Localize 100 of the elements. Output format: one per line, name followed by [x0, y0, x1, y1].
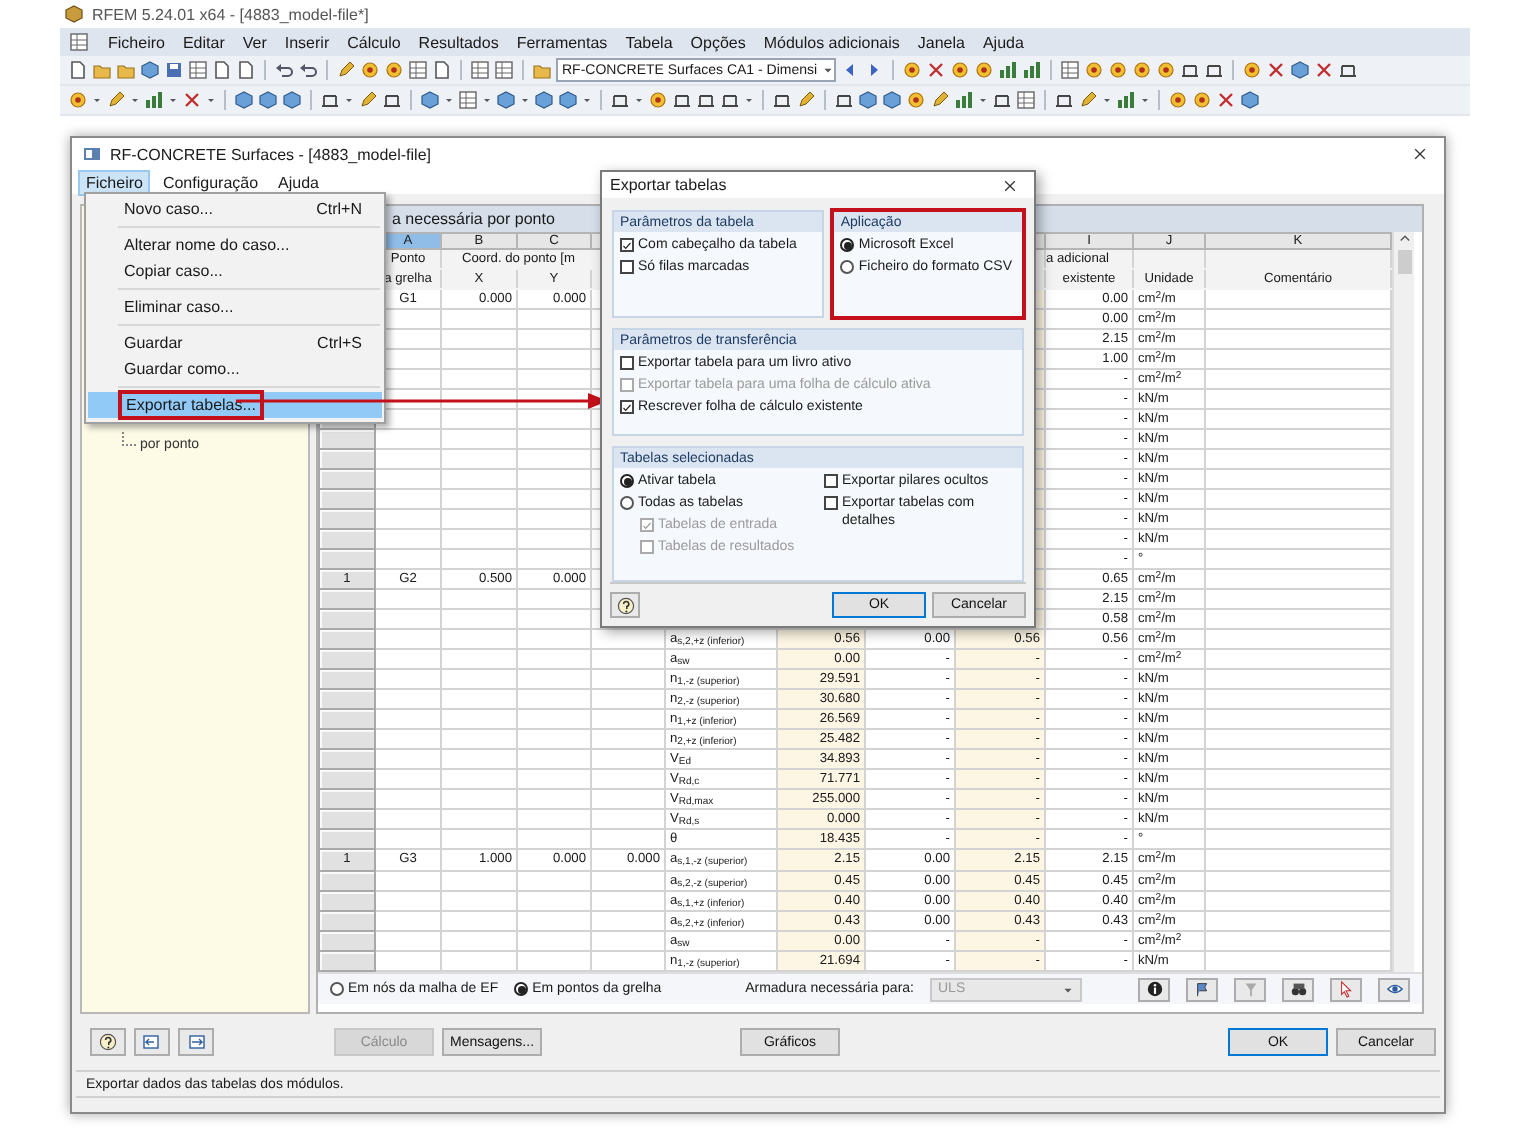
menu-item[interactable]: Configuração	[154, 169, 267, 195]
menu-item[interactable]: Ficheiro	[108, 33, 165, 51]
radio-button[interactable]	[620, 474, 634, 489]
menu-item[interactable]: Editar	[182, 33, 225, 51]
window-arrow-icon	[186, 1032, 206, 1052]
cube-icon[interactable]	[420, 90, 440, 110]
pencil-icon[interactable]	[796, 90, 816, 110]
target-icon[interactable]	[1107, 60, 1128, 80]
menu-item[interactable]: Ferramentas	[516, 33, 608, 51]
menu-item[interactable]: Ver	[242, 33, 267, 51]
cube-icon[interactable]	[140, 60, 160, 80]
window-title: RFEM 5.24.01 x64 - [4883_model-file*]	[92, 5, 369, 23]
icon-button[interactable]	[1282, 977, 1314, 1001]
frame-icon[interactable]	[834, 90, 854, 110]
menu-item[interactable]: Ajuda	[270, 169, 328, 195]
frame-icon[interactable]	[1179, 60, 1200, 80]
page-icon[interactable]	[68, 60, 88, 80]
scrollbar[interactable]	[1392, 232, 1414, 972]
app-logo-icon	[64, 4, 84, 24]
menu-item[interactable]: Inserir	[284, 33, 330, 51]
dialog-title: Exportar tabelas	[610, 176, 727, 195]
grid-icon[interactable]	[408, 60, 428, 80]
eye-icon	[1385, 980, 1403, 998]
scroll-up-icon	[1397, 232, 1411, 246]
frame-icon[interactable]	[720, 90, 740, 110]
frame-icon[interactable]	[1203, 60, 1224, 80]
close-icon[interactable]	[1002, 177, 1018, 194]
grid-icon[interactable]	[188, 60, 208, 80]
close-icon[interactable]	[1412, 146, 1428, 162]
binoculars-icon	[1289, 980, 1307, 998]
help-icon	[615, 595, 635, 616]
grid-icon[interactable]	[1016, 90, 1036, 110]
target-icon[interactable]	[901, 60, 922, 80]
pencil-icon[interactable]	[1078, 90, 1098, 110]
grid-icon[interactable]	[458, 90, 478, 110]
grid-icon[interactable]	[494, 60, 514, 80]
icon-button[interactable]	[1138, 977, 1170, 1001]
icon-button[interactable]	[1378, 977, 1410, 1001]
target-icon[interactable]	[973, 60, 994, 80]
funnel-icon	[1241, 980, 1259, 998]
menu-item[interactable]: Guardar Ctrl+S	[88, 330, 382, 356]
target-icon[interactable]	[1155, 60, 1176, 80]
radio-button[interactable]	[620, 496, 634, 511]
cross-icon[interactable]	[182, 90, 202, 110]
cross-icon[interactable]	[1313, 60, 1334, 80]
frame-icon[interactable]	[672, 90, 692, 110]
frame-icon[interactable]	[320, 90, 340, 110]
menu-item[interactable]: Cálculo	[347, 33, 401, 51]
target-icon[interactable]	[648, 90, 668, 110]
menu-item[interactable]: Ajuda	[982, 33, 1024, 51]
radio-button[interactable]	[330, 982, 344, 996]
cube-icon[interactable]	[1289, 60, 1310, 80]
icon-button[interactable]	[90, 1028, 126, 1056]
frame-icon[interactable]	[772, 90, 792, 110]
cross-icon[interactable]	[1216, 90, 1236, 110]
check-icon	[622, 239, 632, 252]
frame-icon[interactable]	[610, 90, 630, 110]
icon-button[interactable]	[1186, 977, 1218, 1001]
menu-item[interactable]: Tabela	[625, 33, 673, 51]
pencil-icon[interactable]	[930, 90, 950, 110]
page-icon[interactable]	[432, 60, 452, 80]
target-icon[interactable]	[1131, 60, 1152, 80]
radio-button[interactable]	[840, 260, 855, 275]
grid-icon[interactable]	[1059, 60, 1080, 80]
frame-icon[interactable]	[696, 90, 716, 110]
bar-chart-icon[interactable]	[1021, 60, 1042, 80]
target-icon[interactable]	[949, 60, 970, 80]
frame-icon[interactable]	[1337, 60, 1358, 80]
bar-chart-icon[interactable]	[144, 90, 164, 110]
radio-button[interactable]	[840, 238, 855, 253]
bar-chart-icon[interactable]	[1116, 90, 1136, 110]
menu-item[interactable]: Opções	[690, 33, 746, 51]
grid-icon[interactable]	[470, 60, 490, 80]
check-icon	[642, 519, 652, 532]
target-icon[interactable]	[1241, 60, 1262, 80]
cross-icon[interactable]	[925, 60, 946, 80]
radio-button[interactable]	[514, 982, 529, 996]
bar-chart-icon[interactable]	[997, 60, 1018, 80]
menu-item[interactable]: Guardar como...	[88, 356, 382, 382]
menu-item[interactable]: Módulos adicionais	[763, 33, 900, 51]
scroll-thumb[interactable]	[1397, 250, 1411, 274]
window-title: RF-CONCRETE Surfaces - [4883_model-file]	[110, 145, 431, 163]
flag-icon	[1193, 980, 1211, 998]
pencil-icon[interactable]	[106, 90, 126, 110]
target-icon[interactable]	[906, 90, 926, 110]
folder-icon[interactable]	[532, 60, 552, 80]
target-icon[interactable]	[1083, 60, 1104, 80]
window-icon	[82, 144, 102, 164]
icon-button[interactable]	[610, 592, 640, 619]
frame-icon[interactable]	[992, 90, 1012, 110]
frame-icon[interactable]	[1054, 90, 1074, 110]
menu-item[interactable]: Resultados	[418, 33, 499, 51]
cube-icon[interactable]	[1240, 90, 1260, 110]
bar-chart-icon[interactable]	[954, 90, 974, 110]
cursor-icon	[1337, 980, 1355, 998]
frame-icon[interactable]	[382, 90, 402, 110]
target-icon[interactable]	[68, 90, 88, 110]
menu-item[interactable]: Exportar tabelas...	[88, 392, 382, 418]
cross-icon[interactable]	[1265, 60, 1286, 80]
menu-item[interactable]: Janela	[917, 33, 965, 51]
